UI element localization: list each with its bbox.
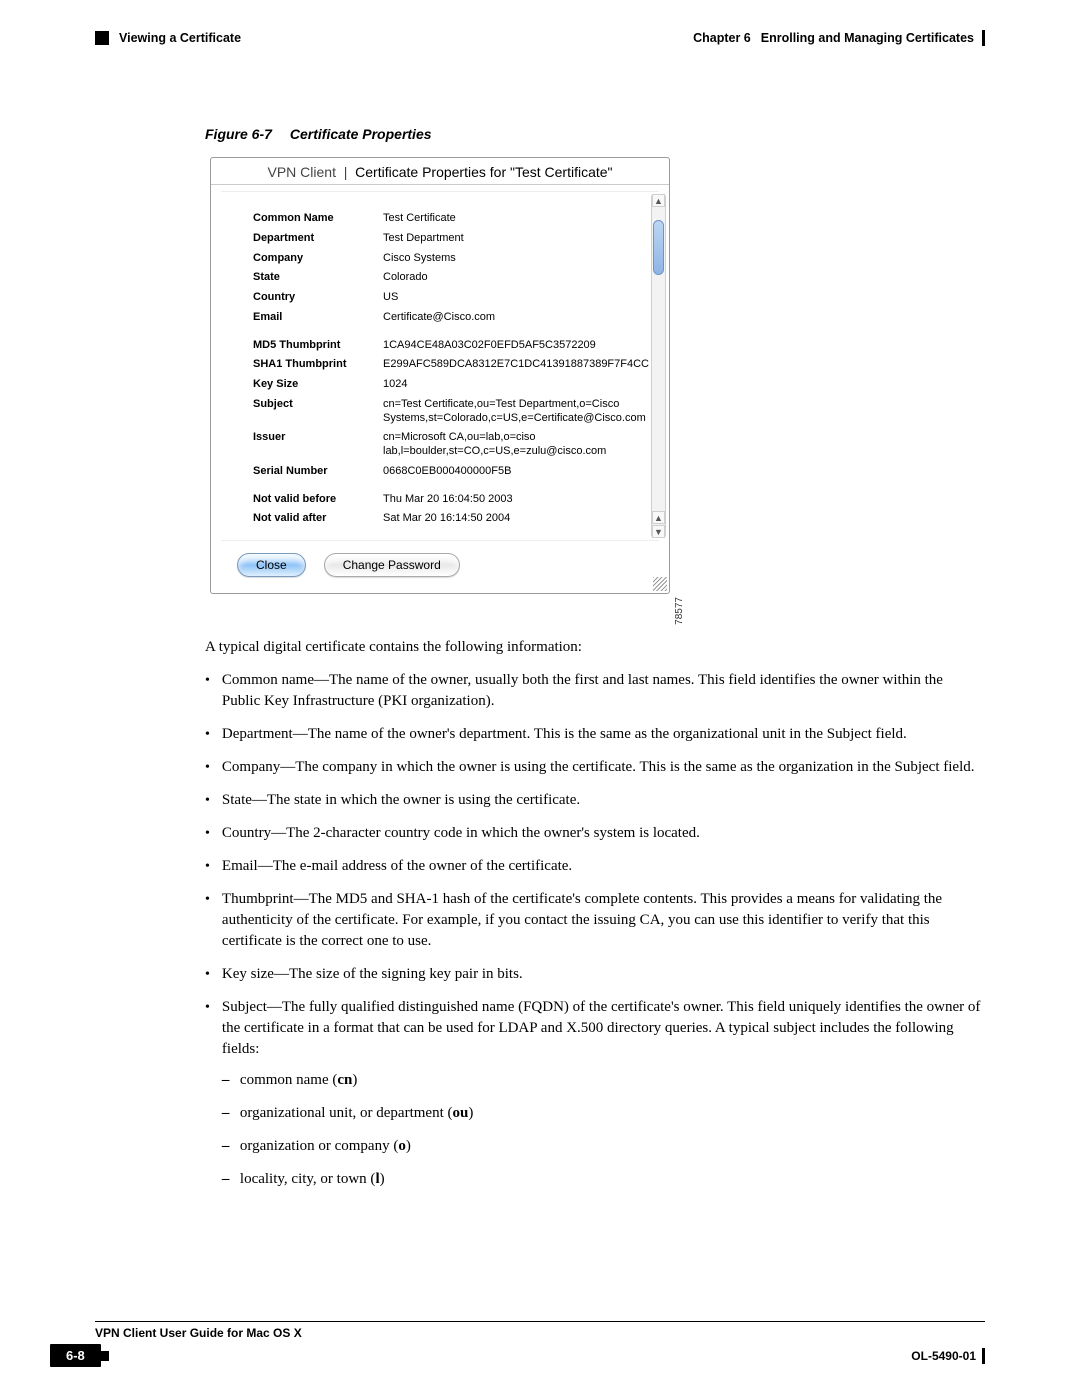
property-value: Colorado [383,271,428,285]
property-row: Not valid afterSat Mar 20 16:14:50 2004 [253,512,637,526]
scroll-up-icon[interactable]: ▲ [652,194,665,207]
change-password-button[interactable]: Change Password [324,553,460,577]
list-item: Company—The company in which the owner i… [205,757,985,778]
list-item: Country—The 2-character country code in … [205,823,985,844]
figure-image-id: 78577 [674,597,685,625]
property-row: CompanyCisco Systems [253,252,637,266]
property-label: Not valid before [253,493,383,507]
chapter-label: Chapter 6Enrolling and Managing Certific… [693,31,974,45]
property-row: CountryUS [253,291,637,305]
figure-caption: Figure 6-7Certificate Properties [205,126,985,142]
section-title: Viewing a Certificate [119,31,241,45]
property-value: 0668C0EB000400000F5B [383,465,511,479]
property-value: cn=Microsoft CA,ou=lab,o=ciso lab,l=boul… [383,431,637,459]
sub-list-item: organization or company (o) [222,1136,985,1157]
resize-grip-icon[interactable] [653,577,667,591]
property-value: Cisco Systems [383,252,456,266]
sub-list: common name (cn) organizational unit, or… [222,1070,985,1190]
property-row: Serial Number0668C0EB000400000F5B [253,465,637,479]
page-header: Viewing a Certificate Chapter 6Enrolling… [95,30,985,46]
list-item: Department—The name of the owner's depar… [205,724,985,745]
property-row: MD5 Thumbprint1CA94CE48A03C02F0EFD5AF5C3… [253,339,637,353]
property-value: Sat Mar 20 16:14:50 2004 [383,512,510,526]
property-label: Serial Number [253,465,383,479]
property-row: Common NameTest Certificate [253,212,637,226]
property-row: Not valid beforeThu Mar 20 16:04:50 2003 [253,493,637,507]
property-value: 1CA94CE48A03C02F0EFD5AF5C3572209 [383,339,596,353]
property-value: cn=Test Certificate,ou=Test Department,o… [383,398,646,426]
property-label: Issuer [253,431,383,459]
sub-list-item: locality, city, or town (l) [222,1169,985,1190]
property-row: DepartmentTest Department [253,232,637,246]
property-label: Common Name [253,212,383,226]
property-label: Department [253,232,383,246]
page-footer: VPN Client User Guide for Mac OS X 6-8 O… [50,1321,985,1367]
sub-list-item: common name (cn) [222,1070,985,1091]
property-row: Subjectcn=Test Certificate,ou=Test Depar… [253,398,637,426]
vertical-scrollbar[interactable]: ▲ ▲ ▼ [651,194,666,538]
doc-id: OL-5490-01 [911,1349,976,1363]
list-item: Subject—The fully qualified distinguishe… [205,997,985,1202]
sub-list-item: organizational unit, or department (ou) [222,1103,985,1124]
property-label: Not valid after [253,512,383,526]
property-label: Company [253,252,383,266]
property-value: 1024 [383,378,407,392]
scroll-up-alt-icon[interactable]: ▲ [652,511,665,524]
property-value: Certificate@Cisco.com [383,311,495,325]
property-label: MD5 Thumbprint [253,339,383,353]
list-item: Key size—The size of the signing key pai… [205,964,985,985]
property-value: Test Certificate [383,212,456,226]
property-row: EmailCertificate@Cisco.com [253,311,637,325]
doc-title: VPN Client User Guide for Mac OS X [95,1326,302,1340]
list-item: Email—The e-mail address of the owner of… [205,856,985,877]
list-item: Common name—The name of the owner, usual… [205,670,985,712]
property-label: Country [253,291,383,305]
property-value: E299AFC589DCA8312E7C1DC41391887389F7F4CC [383,358,649,372]
property-label: Subject [253,398,383,426]
property-label: SHA1 Thumbprint [253,358,383,372]
property-value: US [383,291,398,305]
property-value: Test Department [383,232,464,246]
close-button[interactable]: Close [237,553,306,577]
property-row: Key Size1024 [253,378,637,392]
property-label: Key Size [253,378,383,392]
dialog-titlebar: VPN Client | Certificate Properties for … [211,158,669,185]
property-label: Email [253,311,383,325]
certificate-properties-dialog: VPN Client | Certificate Properties for … [210,157,670,594]
scroll-thumb[interactable] [653,220,664,275]
header-marker-icon [95,31,109,45]
property-row: Issuercn=Microsoft CA,ou=lab,o=ciso lab,… [253,431,637,459]
scroll-down-icon[interactable]: ▼ [652,525,665,538]
property-label: State [253,271,383,285]
property-row: StateColorado [253,271,637,285]
list-item: State—The state in which the owner is us… [205,790,985,811]
property-value: Thu Mar 20 16:04:50 2003 [383,493,513,507]
footer-right-bar-icon [982,1348,985,1364]
header-right-bar-icon [982,30,985,46]
intro-paragraph: A typical digital certificate contains t… [205,639,985,656]
list-item: Thumbprint—The MD5 and SHA-1 hash of the… [205,889,985,952]
footer-marker-icon [99,1351,109,1361]
property-row: SHA1 ThumbprintE299AFC589DCA8312E7C1DC41… [253,358,637,372]
bullet-list: Common name—The name of the owner, usual… [205,670,985,1202]
page-number: 6-8 [50,1344,101,1367]
